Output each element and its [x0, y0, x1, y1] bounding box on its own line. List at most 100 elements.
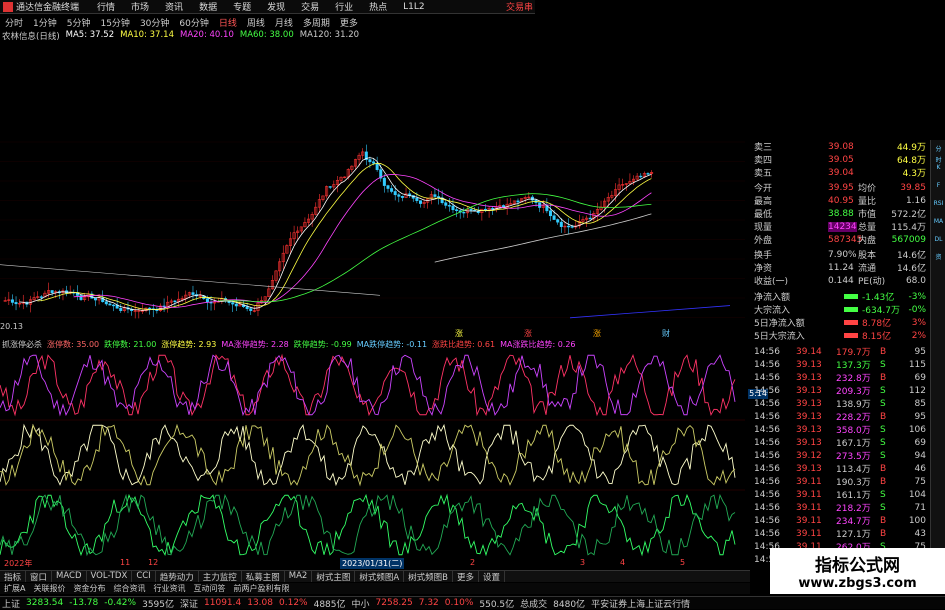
event-marker[interactable]: 涨: [593, 328, 601, 339]
flow-label: 净流入额: [754, 293, 791, 303]
quote-value2: 44.9万: [896, 143, 926, 153]
indicator-tab[interactable]: 主力监控: [199, 571, 242, 583]
timeframe-tab[interactable]: 30分钟: [135, 16, 174, 29]
tick-price: 39.13: [796, 463, 822, 474]
tick-side: B: [880, 463, 887, 474]
quote-row: 外盘 587345 内盘 567009: [748, 233, 930, 247]
menu-item-topics[interactable]: 专题: [225, 0, 259, 13]
tick-row: 14:56 39.13 113.4万 B 46: [748, 462, 930, 476]
quote-value2: 1.16: [905, 195, 926, 206]
tick-time: 14:56: [754, 437, 780, 448]
timeframe-tab[interactable]: 1分钟: [28, 16, 62, 29]
x-axis-label: 2022年: [4, 559, 33, 568]
tick-count: 85: [914, 398, 926, 409]
toolbar-icon[interactable]: RSI: [933, 198, 944, 209]
flow-bar: [844, 307, 858, 312]
indicator-tab[interactable]: 指标: [0, 571, 27, 583]
status-item: 11091.4: [204, 598, 242, 608]
indicator-tab[interactable]: 树式频图A: [355, 571, 405, 583]
timeframe-tab[interactable]: 15分钟: [95, 16, 134, 29]
timeframe-tab[interactable]: 5分钟: [62, 16, 96, 29]
event-marker[interactable]: 涨: [455, 328, 463, 339]
tick-price: 39.12: [796, 450, 822, 461]
toolbar-icon[interactable]: K: [933, 162, 944, 173]
tick-side: B: [880, 346, 887, 357]
event-markers: 涨涨涨财: [455, 328, 685, 338]
timeframe-tab[interactable]: 周线: [242, 16, 270, 29]
indicator-tab[interactable]: 私募主图: [242, 571, 285, 583]
indicator-chart[interactable]: 7.006.005.004.003.002.001.003.002.001.00…: [0, 350, 748, 558]
tick-time: 14:56: [754, 528, 780, 539]
menu-item-trade[interactable]: 交易: [293, 0, 327, 13]
tick-count: 94: [914, 450, 926, 461]
menu-item-data[interactable]: 数据: [191, 0, 225, 13]
info-tab[interactable]: 互动问答: [189, 583, 229, 594]
info-tab[interactable]: 关联报价: [29, 583, 69, 594]
event-marker[interactable]: 财: [662, 328, 670, 339]
menu-item-discover[interactable]: 发现: [259, 0, 293, 13]
indicator-tab[interactable]: 树式频图B: [404, 571, 453, 583]
info-tab[interactable]: 资金分布: [69, 583, 109, 594]
tick-volume: 113.4万: [836, 465, 871, 475]
timeframe-tab[interactable]: 日线: [214, 16, 242, 29]
tick-row: 14:56 39.12 273.5万 S 94: [748, 449, 930, 463]
timeframe-tab[interactable]: 月线: [270, 16, 298, 29]
indicator-tab[interactable]: CCI: [132, 571, 156, 582]
event-marker[interactable]: 涨: [524, 328, 532, 339]
indicator-tab[interactable]: 趋势动力: [156, 571, 199, 583]
flow-row: 5日净流入额 8.78亿 3%: [748, 316, 930, 330]
indicator-tab[interactable]: MA2: [285, 571, 313, 582]
indicator-legend-item: 抓涨停必杀: [2, 340, 42, 349]
toolbar-icon[interactable]: 分时: [933, 144, 944, 164]
toolbar-icon[interactable]: MA: [933, 216, 944, 227]
tick-side: S: [880, 398, 886, 409]
menu-item-hot[interactable]: 热点: [361, 0, 395, 13]
tick-time: 14:56: [754, 489, 780, 500]
tick-price: 39.13: [796, 398, 822, 409]
tick-row: 14:56 39.13 137.3万 S 115: [748, 358, 930, 372]
indicator-tab[interactable]: 树式主图: [312, 571, 356, 583]
indicator-tab[interactable]: 更多: [453, 571, 480, 583]
tick-volume: 137.3万: [836, 361, 871, 371]
toolbar-icon[interactable]: 资: [933, 252, 944, 263]
indicator-tab[interactable]: 窗口: [26, 571, 53, 583]
toolbar-icon[interactable]: DL: [933, 234, 944, 245]
quote-row: 最高 40.95 量比 1.16: [748, 194, 930, 208]
quote-label2: 量比: [858, 197, 877, 207]
quote-label: 最低: [754, 210, 773, 220]
status-item: 平安证券上海上证云行情: [591, 599, 691, 610]
tick-volume: 190.3万: [836, 478, 871, 488]
menu-bar: 通达信金融终端 行情 市场 资讯 数据 专题 发现 交易 行业 热点 L1L2 …: [0, 0, 535, 14]
timeframe-tab[interactable]: 60分钟: [174, 16, 213, 29]
menu-item-quotes[interactable]: 行情: [89, 0, 123, 13]
tick-volume: 228.2万: [836, 413, 871, 423]
quote-label: 卖四: [754, 156, 773, 166]
indicator-tab[interactable]: 设置: [479, 571, 506, 583]
info-tab[interactable]: 行业资讯: [149, 583, 189, 594]
info-tab[interactable]: 扩展A: [0, 583, 29, 594]
quote-row: 换手 7.90% 股本 14.6亿: [748, 248, 930, 262]
toolbar-icon[interactable]: F: [933, 180, 944, 191]
tick-price: 39.11: [796, 528, 822, 539]
tick-row: 14:56 39.11 127.1万 B 43: [748, 527, 930, 541]
kline-chart[interactable]: 38.0036.0034.0032.0030.0028.0026.0024.00…: [0, 42, 748, 326]
menu-item-l1l2[interactable]: L1L2: [395, 2, 432, 12]
info-tab[interactable]: 综合资讯: [109, 583, 149, 594]
tick-count: 95: [914, 411, 926, 422]
quote-value: 39.04: [828, 167, 854, 178]
trade-button[interactable]: 交易串: [506, 0, 533, 13]
menu-item-market[interactable]: 市场: [123, 0, 157, 13]
quote-label: 卖五: [754, 169, 773, 179]
tick-volume: 161.1万: [836, 491, 871, 501]
menu-item-industry[interactable]: 行业: [327, 0, 361, 13]
tick-row: 14:56 39.13 167.1万 S 69: [748, 436, 930, 450]
tick-volume: 358.0万: [836, 426, 871, 436]
timeframe-tab[interactable]: 多周期: [298, 16, 335, 29]
timeframe-tab[interactable]: 更多: [335, 16, 363, 29]
quote-label: 换手: [754, 251, 773, 261]
menu-item-news[interactable]: 资讯: [157, 0, 191, 13]
indicator-tab[interactable]: MACD: [52, 571, 87, 582]
indicator-tab[interactable]: VOL-TDX: [87, 571, 133, 582]
timeframe-tab[interactable]: 分时: [0, 16, 28, 29]
info-tab[interactable]: 前两户盈利有限: [229, 583, 293, 594]
